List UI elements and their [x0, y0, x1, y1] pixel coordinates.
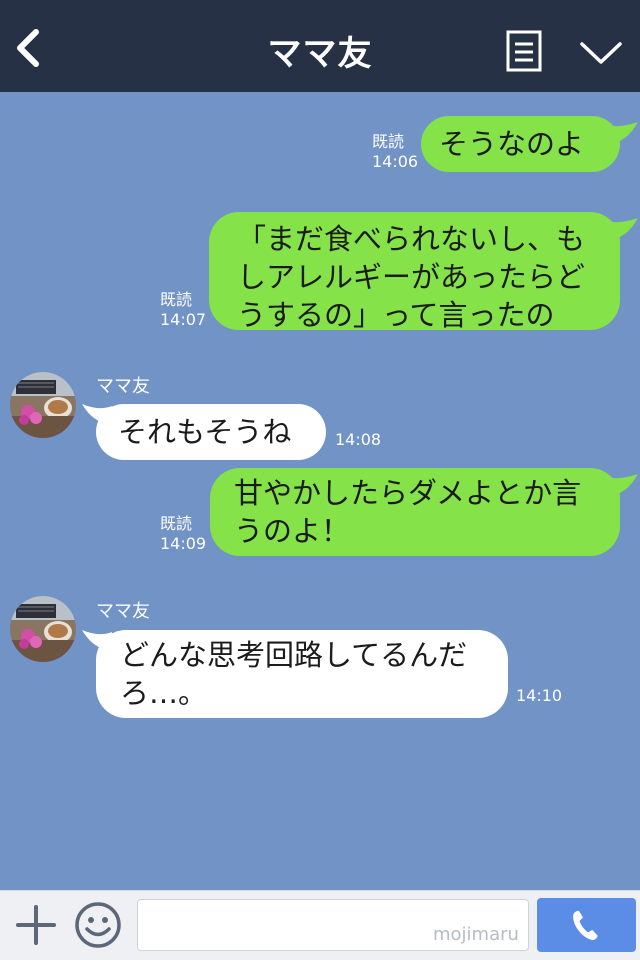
- emoji-icon[interactable]: [74, 901, 122, 949]
- avatar-photo-icon: [10, 372, 76, 438]
- outgoing-message-bubble[interactable]: 「まだ食べられないし、もしアレルギーがあったらどうするの」って言ったの: [209, 212, 620, 332]
- message-meta: 既読 14:09: [160, 514, 206, 554]
- message-text: 甘やかしたらダメよとか言うのよ！: [234, 476, 582, 548]
- read-receipt: 既読: [160, 514, 193, 533]
- incoming-message-bubble[interactable]: どんな思考回路してるんだろ…。: [96, 630, 508, 718]
- chat-area[interactable]: 既読 14:06 そうなのよ 既読 14:07 「まだ食べられないし、もしアレル…: [0, 92, 640, 890]
- call-button[interactable]: [537, 898, 636, 952]
- bubble-tail: [604, 122, 638, 144]
- bubble-tail: [604, 218, 638, 240]
- bubble-tail: [604, 474, 638, 496]
- sender-name: ママ友: [96, 601, 150, 622]
- plus-icon[interactable]: [14, 903, 58, 947]
- message-text: そうなのよ: [439, 127, 585, 161]
- chat-title: ママ友: [267, 34, 373, 74]
- read-receipt: 既読: [160, 290, 193, 309]
- message-composer: mojimaru: [0, 890, 640, 960]
- sender-name: ママ友: [96, 376, 150, 397]
- chat-header: ママ友: [0, 0, 640, 92]
- message-time: 14:07: [160, 310, 207, 329]
- message-meta: 既読 14:06: [372, 132, 418, 172]
- avatar-photo-icon: [10, 596, 76, 662]
- outgoing-message-bubble[interactable]: そうなのよ: [421, 116, 620, 172]
- avatar[interactable]: [10, 372, 76, 438]
- message-text: それもそうね: [118, 415, 292, 449]
- notes-menu-icon[interactable]: [506, 30, 542, 72]
- message-time: 14:08: [335, 430, 382, 449]
- message-time: 14:10: [516, 686, 563, 705]
- read-receipt: 既読: [372, 132, 405, 151]
- chevron-down-icon[interactable]: [578, 38, 624, 68]
- message-text: 「まだ食べられないし、もしアレルギーがあったらどうするの」って言ったの: [237, 222, 586, 332]
- phone-icon: [573, 910, 598, 940]
- avatar[interactable]: [10, 596, 76, 662]
- outgoing-message-bubble[interactable]: 甘やかしたらダメよとか言うのよ！: [210, 468, 620, 556]
- message-meta: 既読 14:07: [160, 290, 206, 330]
- incoming-message-bubble[interactable]: それもそうね: [96, 404, 326, 460]
- message-time: 14:06: [372, 152, 419, 171]
- message-time: 14:09: [160, 534, 207, 553]
- watermark-text: mojimaru: [433, 924, 519, 945]
- message-text: どんな思考回路してるんだろ…。: [120, 638, 468, 710]
